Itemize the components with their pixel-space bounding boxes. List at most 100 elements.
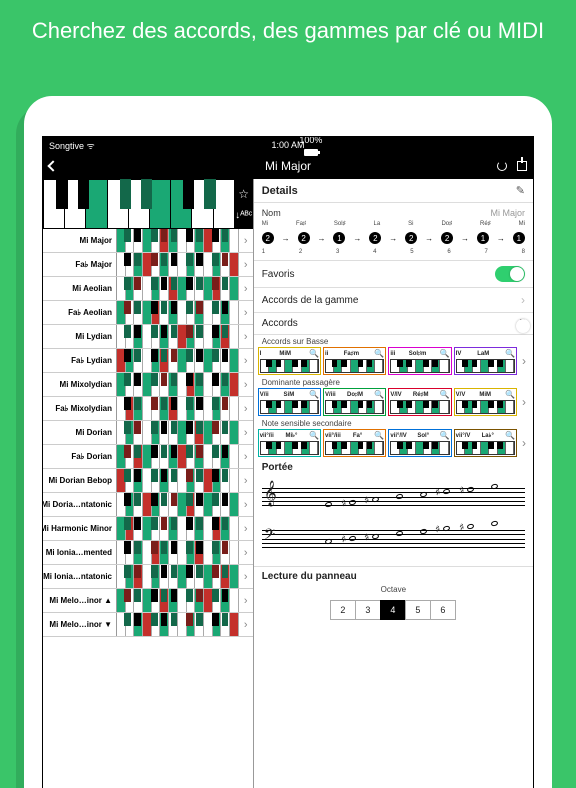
scale-row[interactable]: Mi Melo…inor ▼›	[43, 613, 253, 637]
chord-name: MiM	[279, 351, 291, 357]
scale-name: Mi Aeolian	[43, 277, 117, 300]
name-label: Nom	[262, 208, 281, 218]
chord-card[interactable]: V/VMiM🔍	[454, 388, 517, 416]
magnify-icon[interactable]: 🔍	[309, 349, 319, 358]
scale-mini-keyboard	[117, 301, 239, 324]
chord-card[interactable]: iiiSol♯m🔍	[388, 347, 451, 375]
scale-chords-row[interactable]: Accords de la gamme ›	[254, 288, 533, 313]
chevron-right-icon: ›	[239, 301, 253, 324]
chord-card[interactable]: IVLaM🔍	[454, 347, 517, 375]
chord-degree: vii°/ii	[260, 433, 274, 439]
group1-label: Accords sur Basse	[262, 337, 533, 346]
chord-card[interactable]: V/IV Ré♯M 🔍	[388, 388, 451, 416]
scale-row[interactable]: Fa♭ Major›	[43, 253, 253, 277]
chord-card[interactable]: iiFa♯m🔍	[323, 347, 386, 375]
details-pane: Details ✎ Nom Mi Major MiFa♯Sol♯LaSiDo♯R…	[254, 179, 533, 788]
chord-name: Do♯M	[347, 392, 363, 398]
chord-card[interactable]: IMiM🔍	[258, 347, 321, 375]
scale-mini-keyboard	[117, 565, 239, 588]
share-button[interactable]	[517, 161, 527, 171]
magnify-icon[interactable]: 🔍	[505, 349, 515, 358]
scale-mini-keyboard	[117, 589, 239, 612]
accords-row: Accords 7	[254, 313, 533, 335]
scale-row[interactable]: Mi Dorian›	[43, 421, 253, 445]
scale-name: Mi Harmonic Minor	[43, 517, 117, 540]
magnify-icon[interactable]: 🔍	[374, 431, 384, 440]
chord-degree: IV	[456, 351, 462, 357]
chord-degree: V/ii	[260, 392, 269, 398]
treble-staff: 𝄞	[262, 476, 525, 518]
chevron-right-icon[interactable]: ›	[519, 347, 529, 375]
bass-staff: 𝄢	[262, 518, 525, 560]
chord-card[interactable]: vii°/IVSol°🔍	[388, 429, 451, 457]
chevron-right-icon: ›	[239, 421, 253, 444]
magnify-icon[interactable]: 🔍	[440, 390, 450, 399]
scale-row[interactable]: Fa♭ Mixolydian›	[43, 397, 253, 421]
scale-row[interactable]: Fa♭ Aeolian›	[43, 301, 253, 325]
scale-list-pane: ☆ ↓ᴬᴮᶜ Mi Major›Fa♭ Major›Mi Aeolian›Fa♭…	[43, 179, 254, 788]
magnify-icon[interactable]: 🔍	[505, 390, 515, 399]
scale-row[interactable]: Mi Major›	[43, 229, 253, 253]
scale-name: Mi Dorian Bebop	[43, 469, 117, 492]
magnify-icon[interactable]: 🔍	[374, 390, 384, 399]
octave-label: Octave	[262, 585, 525, 594]
scale-name: Mi Melo…inor ▼	[43, 613, 117, 636]
magnify-icon[interactable]: 🔍	[309, 431, 319, 440]
scale-row[interactable]: Mi Harmonic Minor ›	[43, 517, 253, 541]
scale-mini-keyboard	[117, 445, 239, 468]
interval-dot: 2	[405, 232, 417, 244]
octave-button[interactable]: 6	[430, 600, 456, 620]
scale-row[interactable]: Mi Ionia…mented›	[43, 541, 253, 565]
scale-name: Mi Ionia…mented	[43, 541, 117, 564]
clock: 1:00 AM	[43, 140, 533, 150]
bass-clef-icon: 𝄢	[264, 526, 276, 547]
chevron-right-icon[interactable]: ›	[519, 388, 529, 416]
reload-button[interactable]	[497, 161, 507, 171]
scale-row[interactable]: Mi Mixolydian›	[43, 373, 253, 397]
magnify-icon[interactable]: 🔍	[309, 390, 319, 399]
scale-row[interactable]: Mi Doria…ntatonic›	[43, 493, 253, 517]
favoris-row: Favoris	[254, 261, 533, 288]
chord-card[interactable]: V/iiSiM🔍	[258, 388, 321, 416]
nav-title: Mi Major	[43, 159, 533, 173]
octave-button[interactable]: 4	[380, 600, 406, 620]
scale-name: Mi Major	[43, 229, 117, 252]
chord-card[interactable]: vii°/iiMi♭°🔍	[258, 429, 321, 457]
chord-card[interactable]: vii°/VLa♭°🔍	[454, 429, 517, 457]
edit-icon[interactable]: ✎	[516, 184, 525, 197]
chevron-right-icon: ›	[239, 517, 253, 540]
chord-degree: V/IV	[390, 392, 401, 398]
scale-row[interactable]: Mi Dorian Bebop›	[43, 469, 253, 493]
scale-row[interactable]: Mi Lydian›	[43, 325, 253, 349]
scale-row[interactable]: Mi Melo…inor ▲›	[43, 589, 253, 613]
scale-row[interactable]: Mi Aeolian›	[43, 277, 253, 301]
scale-name: Mi Mixolydian	[43, 373, 117, 396]
scale-row[interactable]: Mi Ionia…ntatonic›	[43, 565, 253, 589]
octave-button[interactable]: 5	[405, 600, 431, 620]
scale-name: Mi Doria…ntatonic	[43, 493, 117, 516]
scale-row[interactable]: Fa♭ Dorian›	[43, 445, 253, 469]
chord-name: La♭°	[482, 432, 494, 439]
name-value: Mi Major	[490, 208, 525, 218]
keyboard-top[interactable]: ☆ ↓ᴬᴮᶜ	[43, 179, 253, 229]
scale-name: Fa♭ Lydian	[43, 349, 117, 372]
sort-icon[interactable]: ↓ᴬᴮᶜ	[235, 210, 252, 221]
scale-row[interactable]: Fa♭ Lydian›	[43, 349, 253, 373]
favoris-toggle[interactable]	[495, 266, 525, 282]
chord-name: Fa♯m	[344, 351, 359, 357]
chevron-right-icon: ›	[239, 589, 253, 612]
chord-degree: V/V	[456, 392, 466, 398]
chord-card[interactable]: vii°/iiiFa°🔍	[323, 429, 386, 457]
octave-button[interactable]: 3	[355, 600, 381, 620]
scale-mini-keyboard	[117, 493, 239, 516]
group3-label: Note sensible secondaire	[262, 419, 533, 428]
magnify-icon[interactable]: 🔍	[505, 431, 515, 440]
chevron-right-icon[interactable]: ›	[519, 429, 529, 457]
chord-name: Ré♯M	[413, 392, 429, 398]
magnify-icon[interactable]: 🔍	[440, 349, 450, 358]
octave-button[interactable]: 2	[330, 600, 356, 620]
magnify-icon[interactable]: 🔍	[374, 349, 384, 358]
magnify-icon[interactable]: 🔍	[440, 431, 450, 440]
chord-card[interactable]: V/iiiDo♯M🔍	[323, 388, 386, 416]
favorite-icon[interactable]: ☆	[238, 187, 249, 201]
